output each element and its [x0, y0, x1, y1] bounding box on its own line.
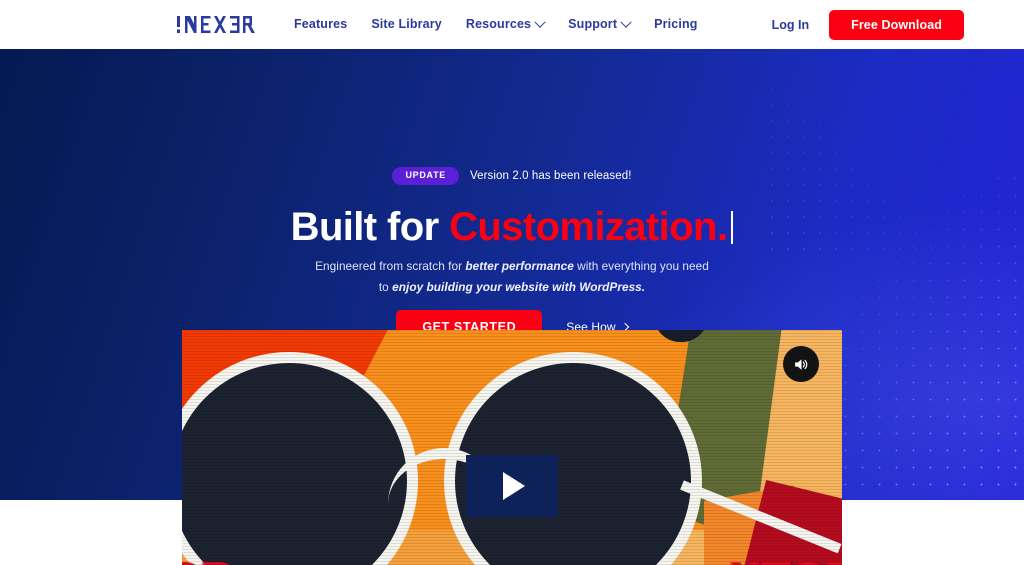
free-download-button[interactable]: Free Download — [829, 9, 964, 40]
update-announcement: UPDATE Version 2.0 has been released! — [0, 167, 1024, 185]
typing-caret — [731, 211, 734, 244]
play-icon — [503, 471, 525, 500]
art-glitch-text-left: ЯЭ — [182, 551, 234, 565]
update-message: Version 2.0 has been released! — [469, 170, 632, 182]
login-link[interactable]: Log In — [772, 18, 810, 32]
nav-label: Resources — [465, 17, 532, 31]
art-glitch-text-right: ЯЭTX — [729, 551, 842, 565]
primary-navigation: Features Coming Soon Site Library Resour… — [294, 0, 712, 49]
headline-static: Built for — [290, 205, 450, 249]
nav-label: Pricing — [654, 17, 698, 31]
nav-label: Support — [568, 17, 618, 31]
subtitle-emphasis: enjoy building your website with WordPre… — [392, 279, 646, 294]
video-poster-artwork: ЯЭ ЯЭTX — [182, 330, 842, 565]
nav-label: Site Library — [371, 17, 442, 31]
logo-mark — [177, 16, 255, 33]
nav-item-features[interactable]: Features — [294, 0, 361, 49]
hero-video-player[interactable]: ЯЭ ЯЭTX — [182, 330, 842, 565]
nav-item-site-library[interactable]: Coming Soon Site Library — [371, 0, 456, 49]
update-badge[interactable]: UPDATE — [392, 167, 459, 185]
nexter-logo[interactable] — [176, 13, 256, 37]
chevron-down-icon — [620, 16, 632, 28]
headline-accent: Customization. — [449, 205, 728, 249]
nav-label: Features — [294, 17, 348, 31]
subtitle-text: Engineered from scratch for — [315, 259, 466, 273]
page-title: Built for Customization. — [0, 204, 1024, 250]
subtitle-text: to — [378, 279, 393, 294]
subtitle-line2: to enjoy building your website with Word… — [379, 280, 645, 294]
subtitle-text: with everything you need — [573, 259, 709, 273]
hero-subtitle: Engineered from scratch for better perfo… — [0, 256, 1024, 297]
header-actions: Log In Free Download — [772, 0, 964, 49]
subtitle-line1: Engineered from scratch for better perfo… — [315, 259, 709, 273]
subtitle-emphasis: better performance — [465, 259, 574, 273]
nav-item-resources[interactable]: Resources — [466, 0, 558, 49]
play-video-button[interactable] — [466, 454, 558, 517]
nav-item-support[interactable]: Support — [568, 0, 644, 49]
site-header: Features Coming Soon Site Library Resour… — [0, 0, 1024, 49]
nav-item-pricing[interactable]: Pricing — [654, 0, 711, 49]
sound-toggle-button[interactable] — [783, 346, 819, 382]
speaker-on-icon — [794, 358, 807, 370]
chevron-down-icon — [534, 16, 546, 28]
